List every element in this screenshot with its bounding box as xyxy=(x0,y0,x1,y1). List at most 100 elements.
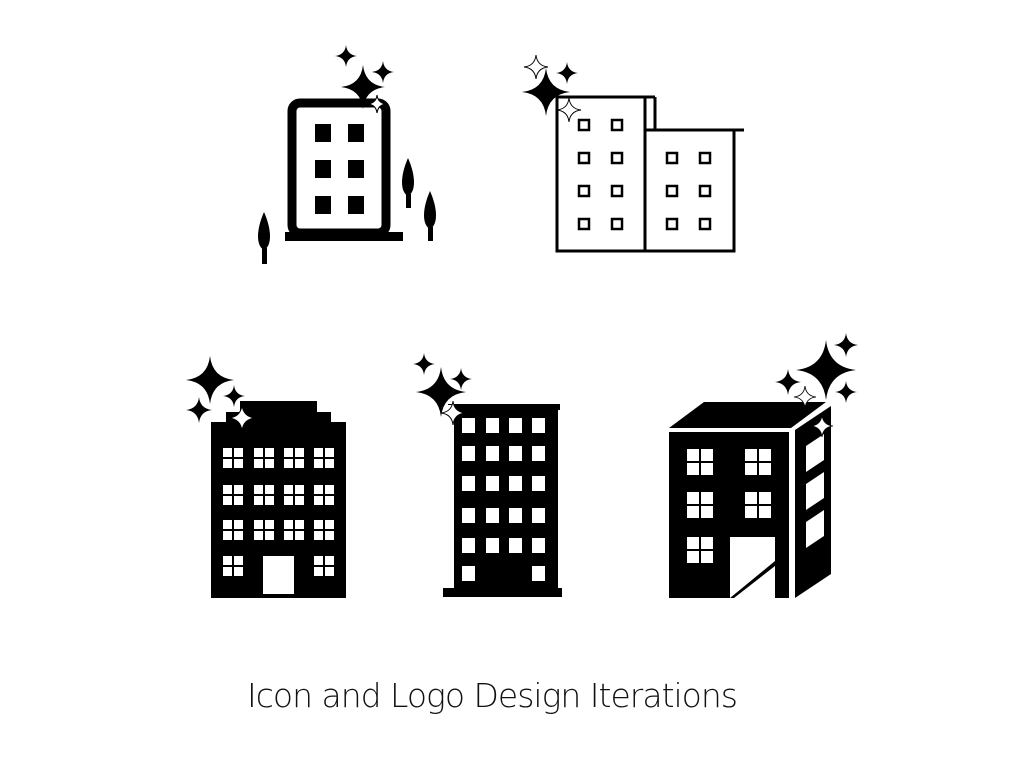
window-pane xyxy=(532,418,545,433)
window-pane xyxy=(295,496,304,505)
window-pane xyxy=(314,496,323,505)
window-pane xyxy=(687,537,699,549)
window-pane xyxy=(284,531,293,540)
window-pane xyxy=(509,538,522,553)
window-pane xyxy=(295,531,304,540)
window-pane xyxy=(234,520,243,529)
window-pane xyxy=(223,496,232,505)
window-pane xyxy=(486,476,499,491)
window-pane xyxy=(462,418,475,433)
window-pane xyxy=(462,508,475,523)
window-pane xyxy=(234,485,243,494)
window-pane xyxy=(325,556,334,565)
window-pane xyxy=(486,508,499,523)
window-pane xyxy=(509,446,522,461)
window-pane xyxy=(254,531,263,540)
window-pane xyxy=(284,496,293,505)
two-block-building-icon xyxy=(522,55,744,253)
window-pane xyxy=(509,418,522,433)
window-pane xyxy=(701,492,713,504)
window-pane xyxy=(265,459,274,468)
building-trees-icon xyxy=(258,45,436,264)
window-pane xyxy=(314,567,323,576)
window-pane xyxy=(462,446,475,461)
window-pane xyxy=(509,476,522,491)
window-pane xyxy=(314,531,323,540)
window-pane xyxy=(234,459,243,468)
window-pane xyxy=(234,556,243,565)
window-pane xyxy=(325,485,334,494)
window-pane xyxy=(254,448,263,457)
window-pane xyxy=(532,508,545,523)
window-pane xyxy=(325,520,334,529)
window-pane xyxy=(223,556,232,565)
window-pane xyxy=(223,567,232,576)
window-pane xyxy=(532,446,545,461)
window-pane xyxy=(325,459,334,468)
window-pane xyxy=(701,551,713,563)
window-pane xyxy=(295,520,304,529)
window-pane xyxy=(223,520,232,529)
window-pane xyxy=(701,463,713,475)
window-pane xyxy=(462,566,475,581)
window-pane xyxy=(234,567,243,576)
isometric-building-icon xyxy=(669,333,858,598)
icon-iterations-canvas xyxy=(186,45,858,598)
window-pane xyxy=(532,566,545,581)
caption-title: Icon and Logo Design Iterations xyxy=(247,676,738,715)
window-pane xyxy=(687,506,699,518)
window-pane xyxy=(265,531,274,540)
window-pane xyxy=(486,418,499,433)
window-pane xyxy=(745,463,757,475)
window-pane xyxy=(223,459,232,468)
window-pane xyxy=(509,508,522,523)
window-pane xyxy=(701,537,713,549)
window-pane xyxy=(314,556,323,565)
window-pane xyxy=(759,492,771,504)
window-pane xyxy=(532,538,545,553)
window-pane xyxy=(265,520,274,529)
window-pane xyxy=(745,449,757,461)
window-pane xyxy=(314,448,323,457)
window-pane xyxy=(284,520,293,529)
window-pane xyxy=(759,449,771,461)
window-pane xyxy=(314,520,323,529)
stepped-roof-tower-icon xyxy=(186,356,346,598)
window-pane xyxy=(265,496,274,505)
window-pane xyxy=(325,448,334,457)
window-pane xyxy=(284,485,293,494)
window-pane xyxy=(687,551,699,563)
window-pane xyxy=(532,476,545,491)
window-pane xyxy=(325,531,334,540)
window-pane xyxy=(687,492,699,504)
window-pane xyxy=(265,448,274,457)
window-pane xyxy=(486,538,499,553)
window-pane xyxy=(486,446,499,461)
window-pane xyxy=(254,485,263,494)
window-pane xyxy=(284,459,293,468)
window-pane xyxy=(687,463,699,475)
window-pane xyxy=(265,485,274,494)
window-pane xyxy=(314,485,323,494)
window-pane xyxy=(234,531,243,540)
window-pane xyxy=(223,485,232,494)
window-pane xyxy=(687,449,699,461)
window-pane xyxy=(234,496,243,505)
window-pane xyxy=(295,485,304,494)
window-pane xyxy=(295,448,304,457)
window-pane xyxy=(462,476,475,491)
window-pane xyxy=(759,463,771,475)
window-pane xyxy=(314,459,323,468)
window-pane xyxy=(254,520,263,529)
window-pane xyxy=(284,448,293,457)
window-pane xyxy=(223,448,232,457)
window-pane xyxy=(295,459,304,468)
window-pane xyxy=(759,506,771,518)
window-pane xyxy=(223,531,232,540)
window-pane xyxy=(234,448,243,457)
window-pane xyxy=(254,459,263,468)
window-pane xyxy=(745,506,757,518)
window-pane xyxy=(462,538,475,553)
window-pane xyxy=(701,449,713,461)
window-pane xyxy=(254,496,263,505)
